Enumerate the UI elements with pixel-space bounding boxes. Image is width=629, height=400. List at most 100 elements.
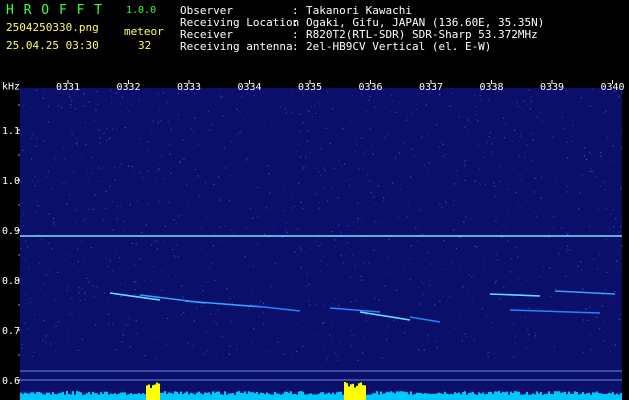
noise-speck <box>421 136 423 138</box>
noise-speck <box>116 215 119 217</box>
level-bar <box>358 383 360 400</box>
level-bar <box>166 394 168 400</box>
noise-speck <box>433 258 435 261</box>
level-bar <box>514 391 516 400</box>
noise-speck <box>268 173 270 175</box>
level-bar <box>474 393 476 400</box>
level-bar <box>78 391 80 400</box>
noise-speck <box>427 172 429 174</box>
level-bar <box>150 388 152 400</box>
noise-speck <box>543 266 545 268</box>
noise-speck <box>445 153 447 155</box>
level-bar <box>494 391 496 400</box>
noise-speck <box>514 335 516 337</box>
noise-speck <box>177 308 179 310</box>
noise-speck <box>574 133 576 135</box>
noise-speck <box>464 179 466 182</box>
level-bar <box>230 393 232 400</box>
noise-speck <box>45 274 47 276</box>
noise-speck <box>441 296 444 298</box>
noise-speck <box>144 354 146 357</box>
noise-speck <box>176 312 178 314</box>
noise-speck <box>132 255 134 257</box>
noise-speck <box>149 191 151 193</box>
noise-speck <box>373 249 375 252</box>
level-bar <box>164 391 166 400</box>
level-bar <box>434 393 436 400</box>
noise-speck <box>498 306 500 308</box>
noise-speck <box>118 114 120 116</box>
noise-speck <box>513 356 515 358</box>
noise-speck <box>96 286 98 288</box>
level-bar <box>192 393 194 400</box>
noise-speck <box>190 128 192 130</box>
noise-speck <box>475 114 477 116</box>
noise-speck <box>323 167 325 169</box>
noise-speck <box>621 245 623 247</box>
noise-speck <box>104 207 106 209</box>
noise-speck <box>162 240 165 242</box>
noise-speck <box>57 234 59 236</box>
noise-speck <box>333 282 335 284</box>
noise-speck <box>474 245 476 247</box>
noise-speck <box>118 257 120 259</box>
noise-speck <box>146 249 148 251</box>
noise-speck <box>543 237 545 239</box>
level-bar <box>46 392 48 400</box>
noise-speck <box>447 356 450 358</box>
noise-speck <box>308 188 310 190</box>
level-bar <box>344 382 346 400</box>
noise-speck <box>510 272 512 274</box>
noise-speck <box>27 191 29 193</box>
noise-speck <box>123 230 125 232</box>
noise-speck <box>445 264 447 266</box>
level-bar <box>394 393 396 400</box>
level-bar <box>308 393 310 400</box>
noise-speck <box>250 304 252 306</box>
level-bar <box>114 393 116 400</box>
noise-speck <box>375 181 377 184</box>
level-bar <box>306 394 308 400</box>
noise-speck <box>392 100 394 102</box>
noise-speck <box>169 144 171 146</box>
noise-speck <box>45 341 47 343</box>
noise-speck <box>485 183 487 185</box>
noise-speck <box>223 147 226 150</box>
noise-speck <box>394 111 396 113</box>
noise-speck <box>217 309 219 311</box>
noise-speck <box>156 248 158 250</box>
noise-speck <box>552 227 554 229</box>
noise-speck <box>177 114 179 116</box>
noise-speck <box>459 236 461 238</box>
level-bar <box>540 391 542 400</box>
noise-speck <box>583 351 585 353</box>
noise-speck <box>327 91 329 93</box>
noise-speck <box>471 315 473 317</box>
noise-speck <box>71 297 73 299</box>
noise-speck <box>197 143 200 146</box>
noise-speck <box>76 143 78 145</box>
level-bar <box>498 391 500 400</box>
noise-speck <box>434 304 436 306</box>
noise-speck <box>215 313 217 315</box>
noise-speck <box>338 160 340 162</box>
noise-speck <box>566 157 569 159</box>
noise-speck <box>387 325 389 327</box>
level-bar <box>606 393 608 400</box>
noise-speck <box>417 286 420 288</box>
level-bar <box>594 392 596 400</box>
noise-speck <box>120 206 122 208</box>
noise-speck <box>535 211 537 213</box>
noise-speck <box>94 194 96 196</box>
noise-speck <box>309 304 311 306</box>
noise-speck <box>145 288 147 290</box>
level-bar <box>548 391 550 400</box>
noise-speck <box>317 335 319 337</box>
noise-speck <box>536 276 538 278</box>
level-bar <box>456 393 458 400</box>
noise-speck <box>314 277 316 279</box>
noise-speck <box>310 247 312 250</box>
noise-speck <box>550 295 552 297</box>
noise-speck <box>524 256 526 258</box>
noise-speck <box>84 131 87 133</box>
